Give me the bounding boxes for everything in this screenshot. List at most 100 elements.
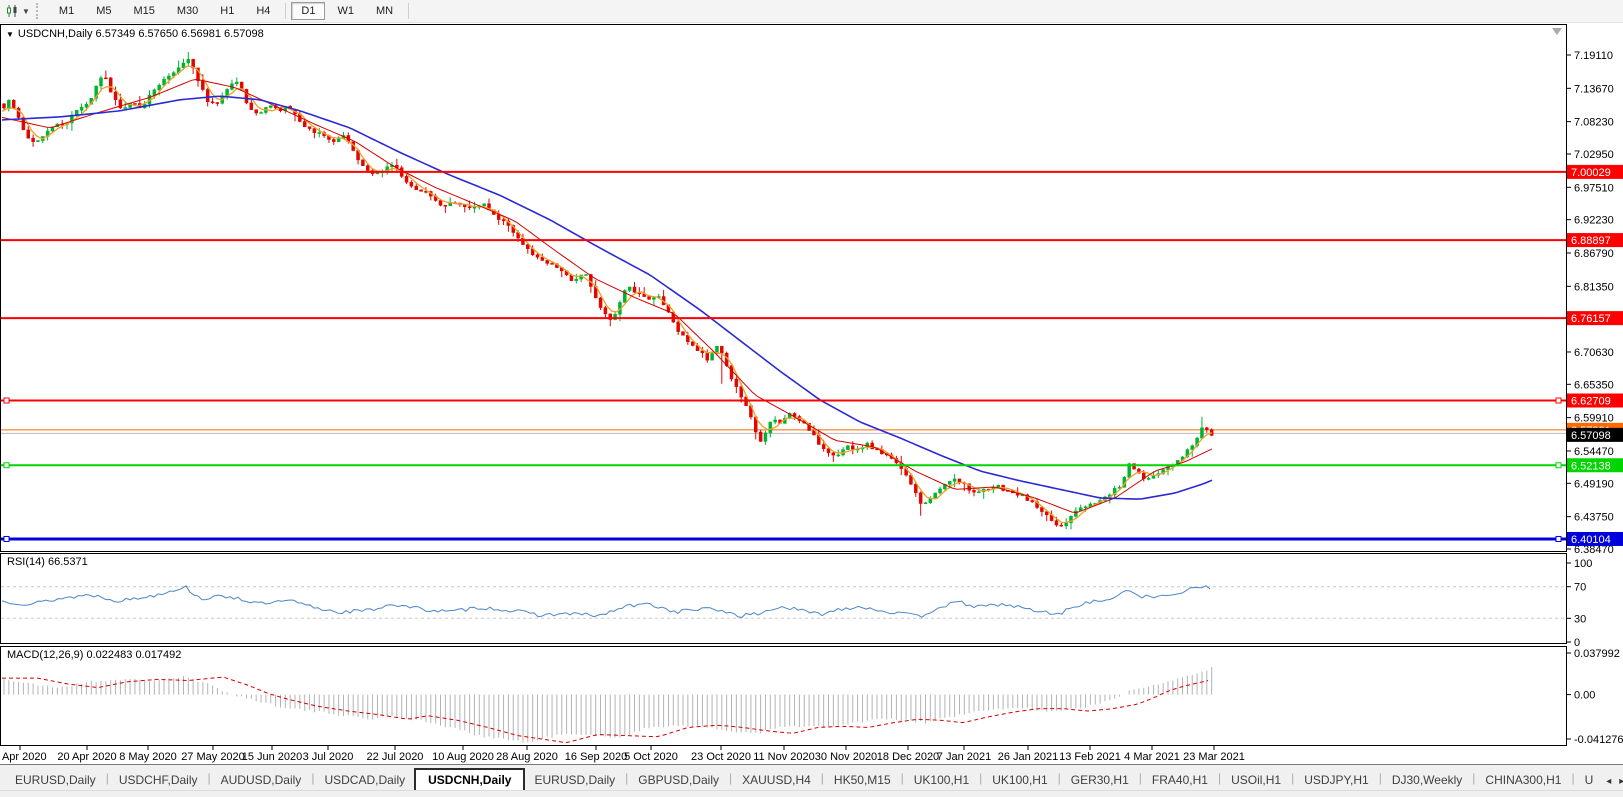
- candle-body: [919, 493, 922, 504]
- candle-body: [104, 78, 107, 79]
- timeframe-button-d1[interactable]: D1: [291, 2, 325, 20]
- date-label: 30 Nov 2020: [815, 751, 877, 763]
- candle-body: [133, 103, 136, 104]
- timeframe-button-w1[interactable]: W1: [327, 2, 364, 20]
- tab-usdcnh-daily[interactable]: USDCNH,Daily: [414, 768, 525, 790]
- timeframe-buttons: M1M5M15M30H1H4 D1W1MN: [48, 2, 413, 20]
- tab-scroll-controls: ◂▸: [1602, 776, 1623, 790]
- price-line-label: 6.62709: [1571, 396, 1611, 408]
- hline-handle[interactable]: [4, 398, 9, 403]
- date-label: 11 Nov 2020: [753, 751, 815, 763]
- timeframe-button-m5[interactable]: M5: [86, 2, 121, 20]
- candle-body: [468, 207, 471, 208]
- tab-eurusd-daily[interactable]: EURUSD,Daily: [525, 770, 624, 790]
- price-line-label: 6.40104: [1571, 534, 1611, 546]
- timeframe-button-m1[interactable]: M1: [49, 2, 84, 20]
- tab-china300-h1[interactable]: CHINA300,H1: [1476, 770, 1570, 790]
- chart-type-dropdown-caret[interactable]: ▼: [22, 7, 30, 16]
- hline-handle[interactable]: [4, 463, 9, 468]
- toolbar-grip[interactable]: [36, 3, 42, 19]
- candle-body: [497, 215, 500, 220]
- tab-uk100-h1[interactable]: UK100,H1: [983, 770, 1056, 790]
- macd-value-2: 0.017492: [135, 649, 181, 661]
- timeframe-button-m30[interactable]: M30: [167, 2, 208, 20]
- date-label: 5 Oct 2020: [624, 751, 678, 763]
- candlestick-chart-icon[interactable]: [4, 3, 22, 19]
- candle-body: [216, 103, 219, 104]
- price-line-label: 6.57098: [1571, 430, 1611, 442]
- candle-body: [444, 205, 447, 206]
- rsi-value: 66.5371: [48, 556, 88, 568]
- timeframe-button-m15[interactable]: M15: [123, 2, 164, 20]
- date-label: 26 Jan 2021: [998, 751, 1059, 763]
- candle-body: [7, 100, 10, 108]
- tab-audusd-daily[interactable]: AUDUSD,Daily: [212, 770, 311, 790]
- price-tick-label: 7.13670: [1574, 83, 1614, 95]
- candle-body: [526, 245, 529, 249]
- tab-usdjpy-h1[interactable]: USDJPY,H1: [1295, 770, 1377, 790]
- tab-uk100-h1[interactable]: UK100,H1: [905, 770, 978, 790]
- candle-body: [211, 102, 214, 103]
- tab-usoil-h1[interactable]: USOil,H1: [1222, 770, 1290, 790]
- candle-body: [201, 81, 204, 90]
- hline-handle[interactable]: [1556, 463, 1561, 468]
- tab-dj30-weekly[interactable]: DJ30,Weekly: [1383, 770, 1471, 790]
- price-line-label: 6.52138: [1571, 460, 1611, 472]
- candle-body: [318, 133, 321, 134]
- candle-body: [822, 444, 825, 448]
- tab-usdchf-daily[interactable]: USDCHF,Daily: [110, 770, 207, 790]
- tabs-scroll-left-icon[interactable]: ◂: [1606, 776, 1611, 787]
- candle-body: [124, 108, 127, 109]
- candle-body: [706, 353, 709, 360]
- tabs-scroll-right-icon[interactable]: ▸: [1619, 776, 1623, 787]
- candle-body: [604, 308, 607, 314]
- tab-u[interactable]: U: [1576, 770, 1603, 790]
- price-tick-label: 7.02950: [1574, 149, 1614, 161]
- candle-body: [764, 433, 767, 442]
- hline-handle[interactable]: [1556, 398, 1561, 403]
- symbol-tabs: EURUSD,Daily|USDCHF,Daily|AUDUSD,Daily|U…: [0, 765, 1623, 790]
- candle-body: [182, 63, 185, 68]
- tab-eurusd-daily[interactable]: EURUSD,Daily: [6, 770, 105, 790]
- tab-xauusd-h4[interactable]: XAUUSD,H4: [733, 770, 820, 790]
- date-label: 22 Jul 2020: [367, 751, 424, 763]
- candle-body: [483, 204, 486, 206]
- candle-body: [100, 78, 103, 86]
- tab-ger30-h1[interactable]: GER30,H1: [1062, 770, 1138, 790]
- candle-body: [827, 449, 830, 453]
- candle-body: [774, 420, 777, 422]
- candle-body: [1055, 521, 1058, 525]
- candle-body: [759, 432, 762, 441]
- collapse-caret-icon[interactable]: ▼: [6, 30, 14, 39]
- timeframe-button-h1[interactable]: H1: [210, 2, 244, 20]
- candle-body: [255, 110, 258, 113]
- chart-title: ▼USDCNH,Daily 6.57349 6.57650 6.56981 6.…: [6, 28, 264, 40]
- candle-body: [652, 298, 655, 300]
- macd-tick-label: -0.041276: [1574, 734, 1623, 746]
- date-label: 15 Jun 2020: [242, 751, 303, 763]
- date-label: 10 Aug 2020: [432, 751, 494, 763]
- date-label: 13 Feb 2021: [1059, 751, 1121, 763]
- hline-handle[interactable]: [4, 536, 9, 541]
- tab-gbpusd-daily[interactable]: GBPUSD,Daily: [629, 770, 728, 790]
- price-tick-label: 6.54470: [1574, 446, 1614, 458]
- tab-hk50-m15[interactable]: HK50,M15: [825, 770, 900, 790]
- tab-usdcad-daily[interactable]: USDCAD,Daily: [315, 770, 414, 790]
- macd-tick-label: 0.037992: [1574, 648, 1620, 660]
- macd-value-1: 0.022483: [86, 649, 132, 661]
- candle-body: [337, 139, 340, 142]
- chart-area[interactable]: 7.191107.136707.082307.029506.975106.922…: [0, 0, 1623, 764]
- candle-body: [711, 353, 714, 360]
- candle-body: [735, 379, 738, 387]
- candle-body: [677, 322, 680, 332]
- candle-body: [536, 255, 539, 257]
- candle-body: [546, 260, 549, 263]
- hline-handle[interactable]: [1556, 536, 1561, 541]
- candle-body: [27, 130, 30, 138]
- candle-body: [250, 103, 253, 110]
- timeframe-button-h4[interactable]: H4: [246, 2, 280, 20]
- candlestick-chart-icon-svg: [6, 4, 20, 18]
- tab-fra40-h1[interactable]: FRA40,H1: [1143, 770, 1217, 790]
- candle-body: [914, 484, 917, 493]
- timeframe-button-mn[interactable]: MN: [366, 2, 403, 20]
